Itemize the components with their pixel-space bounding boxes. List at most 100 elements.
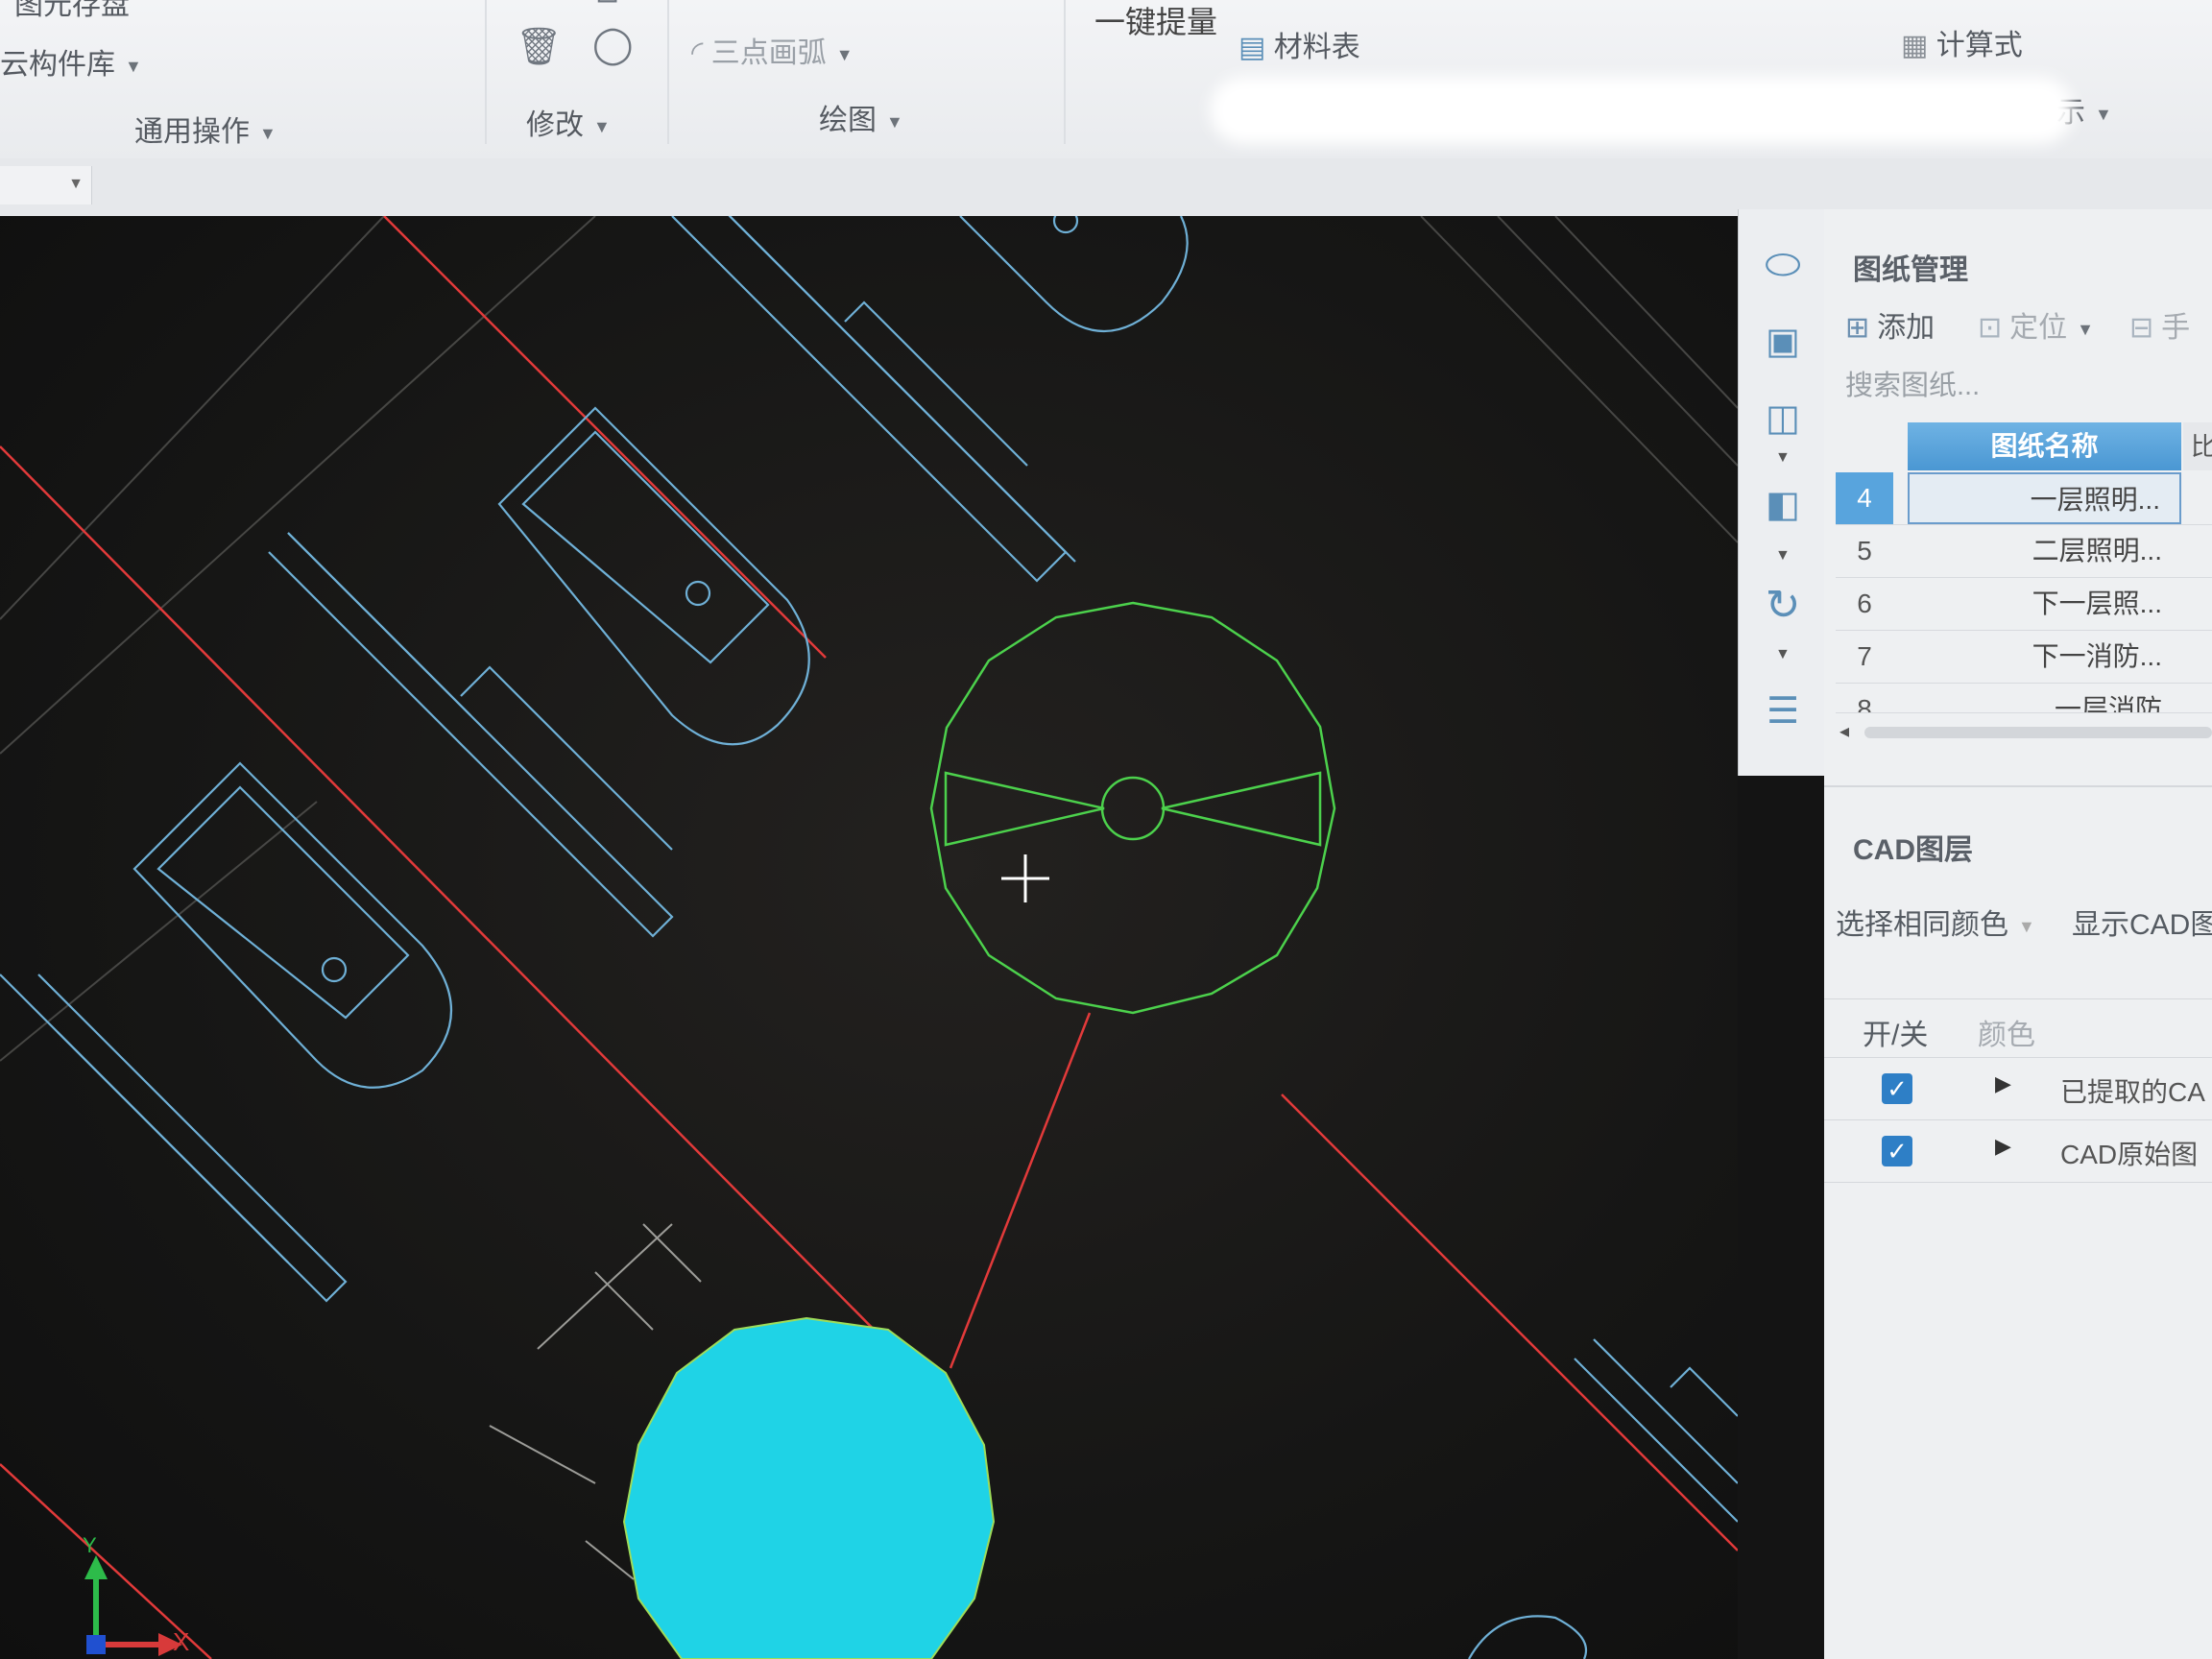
rotate-icon[interactable]: ◯ (592, 27, 634, 63)
row-number: 5 (1857, 536, 1872, 565)
chevron-down-icon: ▼ (593, 116, 611, 136)
box-view-icon[interactable]: ◧ (1756, 478, 1810, 532)
ribbon-divider (485, 0, 487, 144)
material-table-label: 材料表 (1273, 32, 1360, 63)
ribbon-toolbar: 图元存盘 云构件库 ▼ 通用操作 ▼ 🗑 ◯ ⊡ 修改 ▼ ◜ 三点画弧 ▼ 绘图 ▼ 一… (0, 0, 2212, 159)
show-cad-label: 显示CAD图 (2072, 909, 2212, 941)
ribbon-divider (1064, 0, 1066, 144)
split-icon: ⊟ (2129, 312, 2154, 344)
drawing-name: 一层消防 (2054, 694, 2162, 713)
table-header: 图纸名称 比 (1836, 422, 2212, 470)
select-same-color-label: 选择相同颜色 (1836, 909, 2008, 941)
horizontal-scrollbar[interactable]: ◂ (1836, 721, 2212, 742)
scroll-left-icon[interactable]: ◂ (1839, 719, 1849, 743)
locate-icon: ⊡ (1978, 312, 2003, 344)
expand-arrow-icon[interactable]: ▶ (1995, 1134, 2011, 1159)
cad-canvas[interactable]: Y X (0, 216, 1738, 1659)
x-axis-label: X (173, 1627, 190, 1656)
app-window: 图元存盘 云构件库 ▼ 通用操作 ▼ 🗑 ◯ ⊡ 修改 ▼ ◜ 三点画弧 ▼ 绘图 ▼ 一… (0, 0, 2212, 1659)
rotate-view-icon[interactable]: ↻ (1756, 579, 1810, 633)
layer-visible-checkbox[interactable]: ✓ (1882, 1073, 1912, 1104)
three-point-arc-label: 三点画弧 (710, 37, 827, 69)
crosshair-cursor (1001, 854, 1049, 902)
modify-label: 修改 (526, 109, 584, 141)
layer-name: 已提取的CA (2060, 1077, 2205, 1107)
row-number: 7 (1857, 641, 1872, 671)
chevron-down-icon: ▼ (835, 44, 854, 64)
layer-row[interactable]: ✓ ▶ 已提取的CA (1824, 1058, 2212, 1120)
table-row[interactable]: 5 二层照明... (1836, 525, 2212, 578)
chevron-down-icon[interactable]: ▼ (1775, 449, 1791, 467)
layer-list-icon[interactable]: ☰ (1756, 685, 1810, 738)
row-number: 8 (1857, 694, 1872, 713)
3d-view-icon[interactable]: ▣ (1756, 315, 1810, 369)
chevron-down-icon: ▼ (886, 111, 903, 132)
y-axis-label: Y (83, 1533, 97, 1557)
drawing-name: 下一消防... (2032, 641, 2162, 671)
cad-layer-panel: CAD图层 选择相同颜色 ▼ 显示CAD图 开/关 颜色 ✓ ▶ 已提取的CA ✓… (1824, 785, 2212, 1659)
sub-toolbar: ▼ (0, 158, 2212, 217)
toolbar-icon[interactable]: ⊡ (595, 0, 619, 8)
three-point-arc-button[interactable]: ◜ 三点画弧 ▼ (691, 29, 854, 71)
delete-icon[interactable]: 🗑 (516, 29, 562, 65)
cloud-library-label: 云构件库 (0, 49, 115, 81)
add-drawing-label: 添加 (1877, 312, 1936, 344)
one-key-extract-button[interactable]: 一键提量 (1094, 0, 1217, 42)
table-row[interactable]: 4 一层照明... (1836, 472, 2212, 525)
column-header-onoff: 开/关 (1863, 1020, 1929, 1051)
scroll-track[interactable] (1864, 727, 2212, 738)
general-ops-group[interactable]: 通用操作 ▼ (134, 108, 276, 150)
locate-button[interactable]: ⊡ 定位 ▼ (1978, 303, 2094, 346)
chevron-down-icon: ▼ (68, 176, 84, 192)
chevron-down-icon[interactable]: ▼ (1775, 547, 1791, 565)
cube-view-icon[interactable]: ◫ (1756, 392, 1810, 445)
save-element-label: 图元存盘 (14, 0, 130, 21)
row-number: 4 (1836, 472, 1893, 524)
column-header-color: 颜色 (1978, 1020, 2035, 1051)
right-panel: 图纸管理 ⊞添加 ⊡定位 ▼ ⊟手 图纸名称 比 4 一层照明... 5 二层照明… (1824, 209, 2212, 1659)
cyan-fill-circle (622, 1316, 996, 1659)
draw-group[interactable]: 绘图 ▼ (819, 96, 903, 138)
modify-group[interactable]: 修改 ▼ (526, 101, 611, 143)
one-key-extract-label: 一键提量 (1094, 5, 1218, 39)
save-element-button[interactable]: 图元存盘 (14, 0, 130, 23)
formula-label: 计算式 (1936, 30, 2023, 61)
column-header-ratio[interactable]: 比 (2183, 422, 2212, 470)
layer-name: CAD原始图 (2060, 1140, 2199, 1169)
chevron-down-icon: ▼ (125, 56, 142, 76)
chevron-down-icon[interactable]: ▼ (1775, 646, 1791, 663)
column-header-name[interactable]: 图纸名称 (1908, 422, 2181, 470)
locate-label: 定位 (2009, 312, 2068, 344)
table-row[interactable]: 8 一层消防 (1836, 684, 2212, 713)
light-fixture-symbol (929, 601, 1336, 1015)
chevron-down-icon: ▼ (2077, 319, 2094, 339)
add-icon: ⊞ (1845, 312, 1870, 344)
chevron-down-icon: ▼ (259, 123, 276, 143)
layer-visible-checkbox[interactable]: ✓ (1882, 1136, 1912, 1166)
general-ops-label: 通用操作 (134, 116, 250, 148)
orbit-icon[interactable]: ⬭ (1756, 238, 1810, 292)
show-cad-button[interactable]: 显示CAD图 (2072, 901, 2212, 943)
select-same-color-button[interactable]: 选择相同颜色 ▼ (1836, 901, 2035, 943)
view-toolbar: ⬭ ▣ ◫ ▼ ◧ ▼ ↻ ▼ ☰ (1738, 209, 1826, 776)
wall-lines (0, 216, 1738, 1062)
search-drawings-input[interactable] (1843, 363, 2212, 409)
manual-split-button[interactable]: ⊟ 手 (2129, 303, 2190, 346)
expand-arrow-icon[interactable]: ▶ (1995, 1071, 2011, 1096)
cad-layer-title: CAD图层 (1853, 834, 1973, 866)
add-drawing-button[interactable]: ⊞ 添加 (1845, 303, 1935, 346)
table-row[interactable]: 7 下一消防... (1836, 631, 2212, 684)
layer-row[interactable]: ✓ ▶ CAD原始图 (1824, 1120, 2212, 1183)
chevron-down-icon: ▼ (2095, 104, 2112, 124)
material-table-button[interactable]: ▤ 材料表 (1238, 23, 1360, 65)
drawing-name: 下一层照... (2032, 589, 2162, 618)
formula-icon: ▦ (1901, 30, 1929, 61)
drawing-name: 一层照明... (1908, 472, 2181, 524)
material-table-icon: ▤ (1238, 32, 1266, 63)
formula-button[interactable]: ▦ 计算式 (1901, 21, 2023, 63)
floor-selector[interactable]: ▼ (0, 166, 92, 204)
table-row[interactable]: 6 下一层照... (1836, 578, 2212, 631)
chevron-down-icon: ▼ (2018, 916, 2035, 936)
cloud-library-button[interactable]: 云构件库 ▼ (0, 40, 142, 83)
cad-drawing (0, 216, 1738, 1659)
